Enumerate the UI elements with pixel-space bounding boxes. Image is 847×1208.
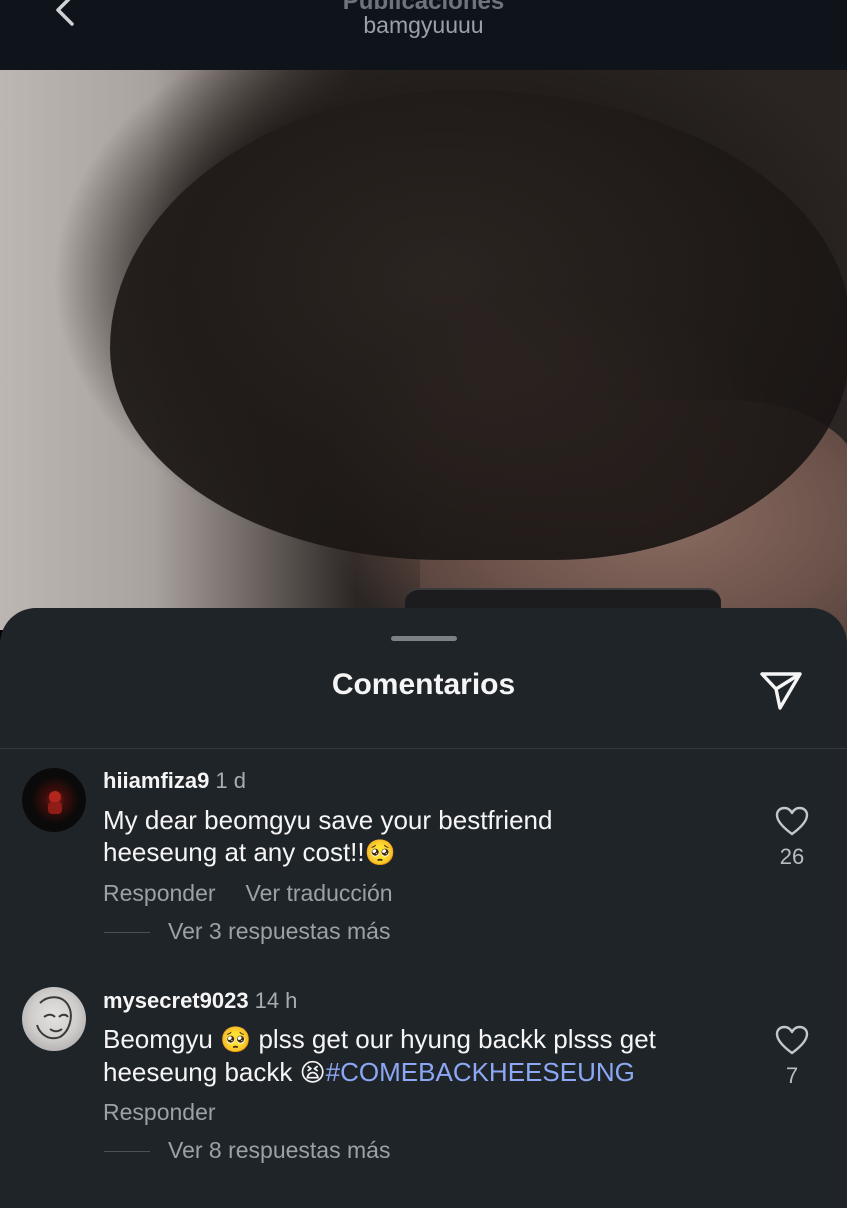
comment-text-part: Beomgyu [103, 1024, 213, 1054]
comment-actions: Responder Ver traducción [103, 880, 423, 907]
send-icon [760, 672, 802, 710]
comment-time: 14 h [254, 988, 298, 1013]
comment-username[interactable]: mysecret9023 [103, 988, 249, 1013]
like-count: 7 [785, 1063, 799, 1088]
comment-text-part: heeseung at any cost!! [103, 837, 365, 867]
comment-actions: Responder [103, 1099, 246, 1126]
like-count: 26 [779, 844, 805, 869]
comment-text: Beomgyu 🥺 plss get our hyung backk plsss… [103, 1023, 743, 1089]
sheet-divider [0, 748, 847, 749]
hashtag-link[interactable]: #COMEBACKHEESEUNG [326, 1057, 635, 1087]
avatar[interactable] [22, 987, 86, 1051]
comment-text-part: plss get our hyung backk plsss get [258, 1024, 656, 1054]
comment-text-line: Beomgyu 🥺 plss get our hyung backk plsss… [103, 1023, 743, 1056]
replies-line [104, 932, 150, 934]
like-control: 26 [762, 806, 822, 870]
comment-username[interactable]: hiiamfiza9 [103, 768, 209, 793]
pleading-face-emoji-icon: 🥺 [364, 838, 396, 867]
view-replies-label: Ver 8 respuestas más [168, 1137, 391, 1163]
photo-hair [110, 90, 847, 560]
like-control: 7 [762, 1025, 822, 1089]
reply-button[interactable]: Responder [103, 880, 216, 906]
view-replies-label: Ver 3 respuestas más [168, 918, 391, 944]
comments-sheet: Comentarios hiiamfiza9 1 d My dear beomgy… [0, 608, 847, 1208]
avatar[interactable] [22, 768, 86, 832]
comment-text: My dear beomgyu save your bestfriend hee… [103, 804, 743, 869]
heart-icon[interactable] [775, 806, 809, 836]
view-replies-button[interactable]: Ver 8 respuestas más [104, 1137, 390, 1164]
avatar-sketch-icon [36, 996, 72, 1040]
reply-button[interactable]: Responder [103, 1099, 216, 1125]
heart-icon[interactable] [775, 1025, 809, 1055]
comment-text-line: My dear beomgyu save your bestfriend [103, 805, 553, 835]
comment-text-part: heeseung backk [103, 1057, 293, 1087]
pleading-face-emoji-icon: 🥺 [220, 1025, 252, 1054]
avatar-figure-icon [48, 791, 62, 814]
comment-time: 1 d [215, 768, 246, 793]
comment-text-line: heeseung backk 😫#COMEBACKHEESEUNG [103, 1056, 743, 1089]
comment-text-line: heeseung at any cost!!🥺 [103, 836, 743, 869]
comment-meta: hiiamfiza9 1 d [103, 768, 246, 794]
top-bar: Publicaciones bamgyuuuu [0, 0, 847, 70]
comment-meta: mysecret9023 14 h [103, 988, 297, 1014]
translate-button[interactable]: Ver traducción [246, 880, 393, 906]
share-button[interactable] [754, 662, 808, 716]
sheet-grabber[interactable] [391, 636, 457, 641]
post-photo[interactable] [0, 70, 847, 660]
sheet-title: Comentarios [331, 668, 516, 701]
account-username: bamgyuuuu [363, 12, 484, 38]
view-replies-button[interactable]: Ver 3 respuestas más [104, 918, 390, 945]
tired-face-emoji-icon: 😫 [299, 1058, 326, 1087]
replies-line [104, 1151, 150, 1153]
